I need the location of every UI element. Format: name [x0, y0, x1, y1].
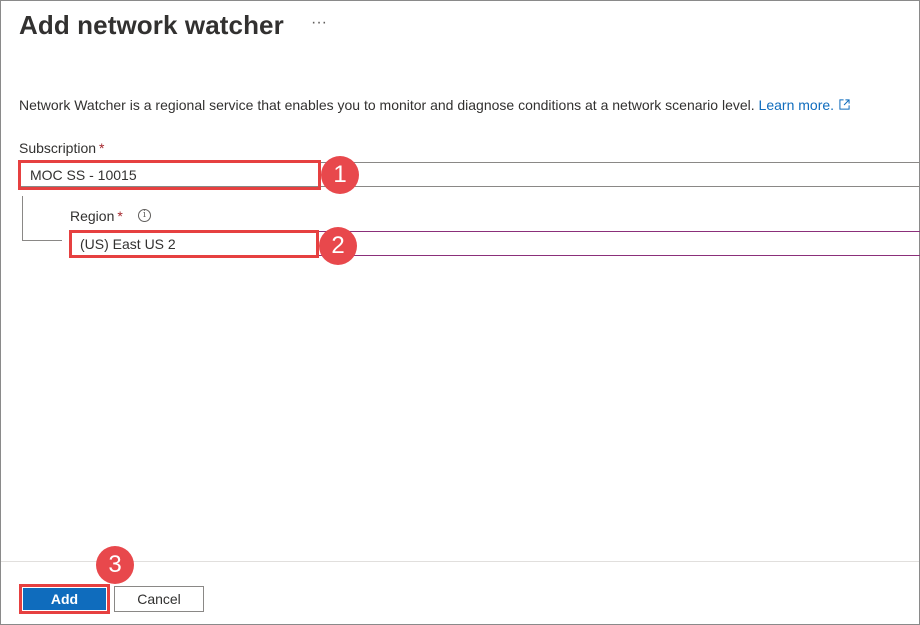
description: Network Watcher is a regional service th…	[19, 97, 850, 113]
cancel-button[interactable]: Cancel	[114, 586, 204, 612]
highlight-box-2	[69, 230, 319, 258]
required-mark: *	[117, 208, 123, 224]
footer-divider	[1, 561, 919, 562]
learn-more-link[interactable]: Learn more.	[759, 97, 850, 113]
tree-connector	[22, 196, 23, 241]
tree-connector-h	[22, 240, 62, 241]
description-text: Network Watcher is a regional service th…	[19, 97, 755, 113]
more-options-icon[interactable]: ···	[311, 14, 327, 32]
subscription-label: Subscription *	[19, 140, 105, 156]
external-link-icon	[839, 99, 850, 110]
callout-badge-3: 3	[96, 546, 134, 584]
info-icon[interactable]: i	[138, 209, 151, 222]
highlight-box-1	[18, 160, 321, 190]
required-mark: *	[99, 140, 105, 156]
dialog-frame	[0, 0, 920, 625]
callout-badge-1: 1	[321, 156, 359, 194]
highlight-box-3	[19, 584, 110, 614]
region-label: Region *	[70, 208, 123, 224]
page-title: Add network watcher	[19, 10, 284, 40]
callout-badge-2: 2	[319, 227, 357, 265]
